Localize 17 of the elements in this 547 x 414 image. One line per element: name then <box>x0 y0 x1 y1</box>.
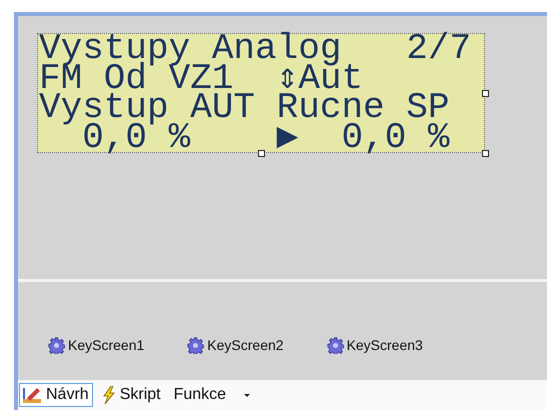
selection-handle[interactable] <box>258 150 265 157</box>
lightning-icon <box>102 386 116 404</box>
tab[interactable]: Skript <box>98 383 165 407</box>
component-label[interactable]: KeyScreen3 <box>346 337 423 353</box>
selection-handle[interactable] <box>482 150 489 157</box>
dropdown-caret-icon <box>244 394 250 396</box>
tab[interactable]: Funkce <box>170 383 254 407</box>
selection-handle[interactable] <box>482 90 489 97</box>
component-label[interactable]: KeyScreen1 <box>68 337 144 353</box>
gear-icon <box>326 336 344 354</box>
ruler-pencil-icon <box>22 386 42 404</box>
component-label[interactable]: KeyScreen2 <box>207 337 284 353</box>
tab[interactable]: Návrh <box>19 383 93 407</box>
lcd-line: Vystupy Analog 2/7 <box>38 34 472 64</box>
lcd-line: Vystup AUT Rucne SP <box>38 93 450 122</box>
gear-icon <box>48 336 65 354</box>
gear-icon <box>187 336 204 354</box>
